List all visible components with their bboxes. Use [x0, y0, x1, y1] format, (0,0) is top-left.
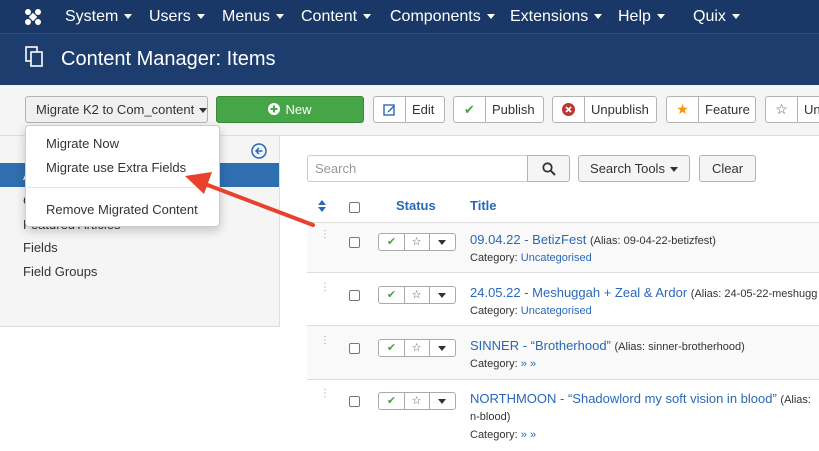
- annotation-arrow-icon: [185, 172, 315, 227]
